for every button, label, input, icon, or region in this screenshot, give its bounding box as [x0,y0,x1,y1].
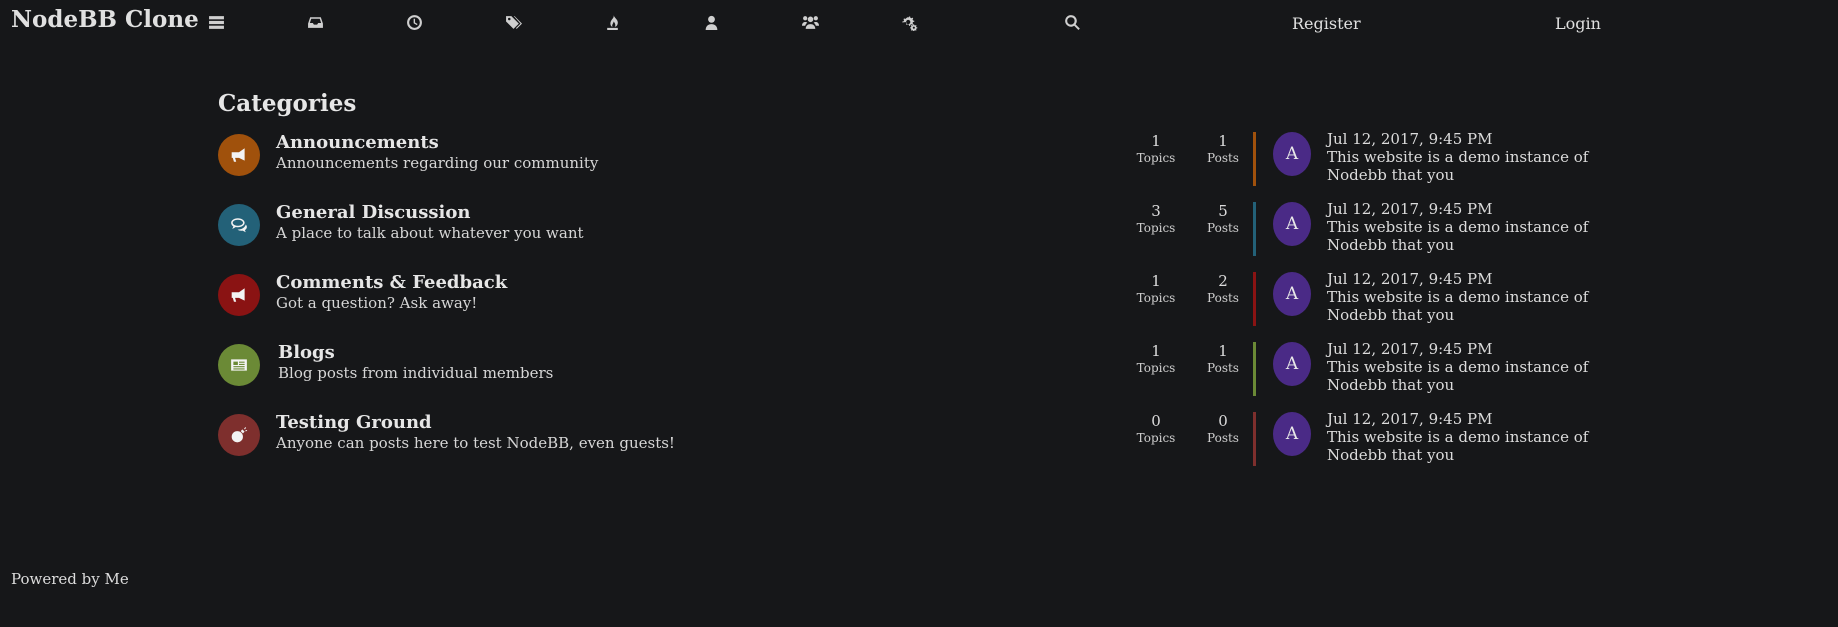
page-title: Categories [218,90,357,117]
last-post-preview[interactable]: This website is a demo instance of Nodeb… [1327,218,1617,254]
category-icon[interactable] [218,274,260,316]
category-row: Blogs Blog posts from individual members… [218,340,1618,404]
group-icon[interactable] [800,12,820,32]
category-row: Announcements Announcements regarding ou… [218,130,1618,194]
last-post-time[interactable]: Jul 12, 2017, 9:45 PM [1327,130,1492,148]
last-post-preview[interactable]: This website is a demo instance of Nodeb… [1327,428,1617,464]
cogs-icon[interactable] [899,12,919,32]
category-color-divider [1253,342,1256,396]
posts-label: Posts [1207,221,1239,235]
category-icon[interactable] [218,134,260,176]
newspaper-icon [230,356,248,374]
posts-stat: 5 Posts [1193,202,1253,235]
last-post-time[interactable]: Jul 12, 2017, 9:45 PM [1327,340,1492,358]
avatar[interactable]: A [1273,342,1311,386]
list-icon[interactable] [206,12,226,32]
bullhorn-icon [230,286,248,304]
clock-icon[interactable] [404,12,424,32]
topics-count: 1 [1151,132,1161,150]
posts-stat: 1 Posts [1193,132,1253,165]
fire-icon[interactable] [602,12,622,32]
topics-label: Topics [1136,431,1176,445]
category-description: Announcements regarding our community [276,154,599,172]
last-post-preview[interactable]: This website is a demo instance of Nodeb… [1327,148,1617,184]
top-navbar: NodeBB Clone Register Login [0,0,1838,44]
category-title[interactable]: General Discussion [276,202,470,223]
topics-stat: 3 Topics [1126,202,1186,235]
avatar[interactable]: A [1273,272,1311,316]
posts-stat: 2 Posts [1193,272,1253,305]
posts-label: Posts [1207,291,1239,305]
topics-label: Topics [1136,221,1176,235]
topics-label: Topics [1136,151,1176,165]
last-post-time[interactable]: Jul 12, 2017, 9:45 PM [1327,270,1492,288]
category-icon[interactable] [218,344,260,386]
last-post-time[interactable]: Jul 12, 2017, 9:45 PM [1327,410,1492,428]
category-description: A place to talk about whatever you want [276,224,584,242]
topics-stat: 0 Topics [1126,412,1186,445]
posts-label: Posts [1207,361,1239,375]
category-description: Got a question? Ask away! [276,294,478,312]
category-color-divider [1253,412,1256,466]
avatar[interactable]: A [1273,202,1311,246]
category-row: General Discussion A place to talk about… [218,200,1618,264]
posts-label: Posts [1207,431,1239,445]
topics-stat: 1 Topics [1126,272,1186,305]
inbox-icon[interactable] [305,12,325,32]
posts-count: 5 [1218,202,1228,220]
posts-count: 2 [1218,272,1228,290]
tags-icon[interactable] [503,12,523,32]
category-color-divider [1253,202,1256,256]
category-color-divider [1253,132,1256,186]
category-description: Anyone can posts here to test NodeBB, ev… [276,434,675,452]
posts-stat: 0 Posts [1193,412,1253,445]
topics-label: Topics [1136,291,1176,305]
search-icon[interactable] [1062,12,1082,32]
topics-stat: 1 Topics [1126,132,1186,165]
comments-icon [230,216,248,234]
topics-count: 3 [1151,202,1161,220]
category-description: Blog posts from individual members [278,364,554,382]
posts-label: Posts [1207,151,1239,165]
bomb-icon [230,426,248,444]
avatar[interactable]: A [1273,132,1311,176]
register-link[interactable]: Register [1292,14,1361,33]
posts-count: 1 [1218,342,1228,360]
category-row: Comments & Feedback Got a question? Ask … [218,270,1618,334]
category-title[interactable]: Blogs [278,342,335,363]
category-title[interactable]: Testing Ground [276,412,432,433]
topics-count: 0 [1151,412,1161,430]
user-icon[interactable] [701,12,721,32]
login-link[interactable]: Login [1555,14,1601,33]
footer-text: Powered by Me [11,570,129,588]
topics-count: 1 [1151,272,1161,290]
topics-count: 1 [1151,342,1161,360]
topics-label: Topics [1136,361,1176,375]
category-color-divider [1253,272,1256,326]
posts-count: 1 [1218,132,1228,150]
last-post-time[interactable]: Jul 12, 2017, 9:45 PM [1327,200,1492,218]
last-post-preview[interactable]: This website is a demo instance of Nodeb… [1327,358,1617,394]
posts-stat: 1 Posts [1193,342,1253,375]
bullhorn-icon [230,146,248,164]
category-title[interactable]: Announcements [276,132,439,153]
posts-count: 0 [1218,412,1228,430]
category-icon[interactable] [218,414,260,456]
last-post-preview[interactable]: This website is a demo instance of Nodeb… [1327,288,1617,324]
topics-stat: 1 Topics [1126,342,1186,375]
category-row: Testing Ground Anyone can posts here to … [218,410,1618,474]
brand-logo[interactable]: NodeBB Clone [11,6,199,33]
category-title[interactable]: Comments & Feedback [276,272,507,293]
avatar[interactable]: A [1273,412,1311,456]
category-icon[interactable] [218,204,260,246]
